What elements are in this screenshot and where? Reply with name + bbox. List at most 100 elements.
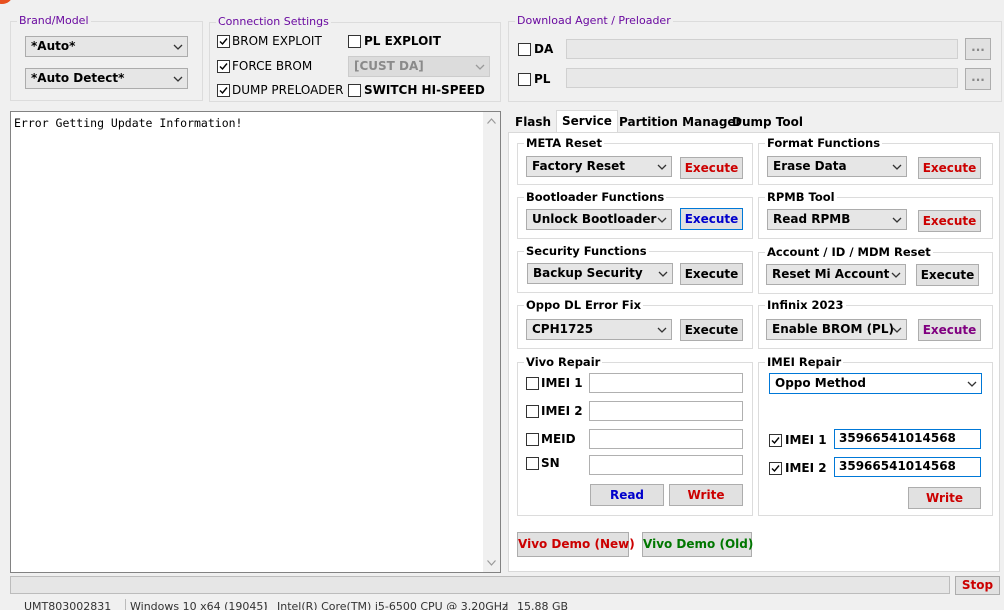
bootloader-execute-button[interactable]: Execute xyxy=(680,208,743,230)
force-brom-checkbox[interactable] xyxy=(217,60,230,73)
vivo-imei1-checkbox[interactable] xyxy=(526,377,539,390)
oppo-dl-value: CPH1725 xyxy=(532,322,594,336)
log-panel[interactable]: Error Getting Update Information! xyxy=(10,111,501,573)
check-icon xyxy=(219,38,228,46)
chevron-down-icon xyxy=(967,381,977,387)
status-cpu: Intel(R) Core(TM) i5-6500 CPU @ 3.20GHz xyxy=(277,600,508,610)
bootloader-title: Bootloader Functions xyxy=(524,190,667,204)
rpmb-execute-button[interactable]: Execute xyxy=(918,210,981,232)
tab-service[interactable]: Service xyxy=(556,110,618,133)
connection-settings-title: Connection Settings xyxy=(216,15,331,28)
rpmb-select[interactable]: Read RPMB xyxy=(767,209,907,230)
dump-preloader-label: DUMP PRELOADER xyxy=(232,83,344,97)
status-serial: UMT803002831 xyxy=(24,600,112,610)
status-ram: 15.88 GB xyxy=(517,600,569,610)
tab-dump-tool[interactable]: Dump Tool xyxy=(727,113,808,132)
log-text: Error Getting Update Information! xyxy=(14,116,243,130)
log-scrollbar[interactable] xyxy=(483,112,500,572)
check-icon xyxy=(219,63,228,71)
brom-exploit-checkbox[interactable] xyxy=(217,35,230,48)
vivo-imei2-checkbox[interactable] xyxy=(526,405,539,418)
security-execute-button[interactable]: Execute xyxy=(680,263,743,285)
pl-path-field[interactable] xyxy=(566,68,958,88)
brand-select[interactable]: *Auto* xyxy=(25,36,188,57)
tab-flash[interactable]: Flash xyxy=(510,113,556,132)
connection-settings-group: Connection Settings BROM EXPLOIT FORCE B… xyxy=(209,15,501,102)
vivo-read-button[interactable]: Read xyxy=(590,484,664,506)
oppo-dl-title: Oppo DL Error Fix xyxy=(524,298,644,312)
vivo-imei2-input[interactable] xyxy=(589,401,743,421)
imei-method-select[interactable]: Oppo Method xyxy=(769,373,982,394)
status-sep-2: | xyxy=(505,600,509,610)
rpmb-title: RPMB Tool xyxy=(765,190,837,204)
progress-bar xyxy=(10,576,950,594)
vivo-sn-input[interactable] xyxy=(589,455,743,475)
infinix-select[interactable]: Enable BROM (PL) xyxy=(766,319,907,340)
vivo-imei2-label: IMEI 2 xyxy=(541,404,583,418)
oppo-dl-select[interactable]: CPH1725 xyxy=(526,319,672,340)
account-reset-execute-button[interactable]: Execute xyxy=(916,264,979,286)
format-value: Erase Data xyxy=(773,159,847,173)
vivo-demo-old-button[interactable]: Vivo Demo (Old) xyxy=(642,532,753,557)
vivo-meid-input[interactable] xyxy=(589,429,743,449)
pl-browse-button[interactable]: ... xyxy=(965,68,991,90)
imei-repair-imei1-checkbox[interactable] xyxy=(769,434,782,447)
stop-button[interactable]: Stop xyxy=(955,576,1000,595)
check-icon xyxy=(771,437,780,445)
meta-reset-value: Factory Reset xyxy=(532,159,625,173)
format-execute-button[interactable]: Execute xyxy=(918,157,981,179)
cust-da-select[interactable]: [CUST DA] xyxy=(348,56,490,77)
imei-repair-write-button[interactable]: Write xyxy=(908,487,981,509)
vivo-write-button[interactable]: Write xyxy=(669,484,743,506)
account-reset-select[interactable]: Reset Mi Account xyxy=(766,264,906,285)
account-reset-title: Account / ID / MDM Reset xyxy=(765,245,933,259)
meta-reset-execute-button[interactable]: Execute xyxy=(680,157,743,179)
brand-select-value: *Auto* xyxy=(31,39,76,53)
imei-repair-imei1-input[interactable]: 35966541014568 xyxy=(834,429,981,449)
vivo-imei1-input[interactable] xyxy=(589,373,743,393)
switch-hispeed-label: SWITCH HI-SPEED xyxy=(364,83,485,97)
bootloader-select[interactable]: Unlock Bootloader xyxy=(526,209,672,230)
chevron-down-icon xyxy=(475,64,485,70)
check-icon xyxy=(771,465,780,473)
chevron-down-icon xyxy=(892,164,902,170)
vivo-repair-title: Vivo Repair xyxy=(524,355,603,369)
imei-repair-imei2-input[interactable]: 35966541014568 xyxy=(834,457,981,477)
chevron-down-icon xyxy=(892,217,902,223)
da-browse-button[interactable]: ... xyxy=(965,38,991,60)
bootloader-value: Unlock Bootloader xyxy=(532,212,657,226)
infinix-execute-button[interactable]: Execute xyxy=(918,319,981,341)
vivo-meid-checkbox[interactable] xyxy=(526,433,539,446)
chevron-down-icon xyxy=(173,44,183,50)
meta-reset-select[interactable]: Factory Reset xyxy=(526,156,672,177)
model-select[interactable]: *Auto Detect* xyxy=(25,68,188,89)
security-title: Security Functions xyxy=(524,244,649,258)
status-divider xyxy=(125,599,126,610)
security-select[interactable]: Backup Security xyxy=(527,263,673,284)
imei-method-value: Oppo Method xyxy=(775,376,866,390)
download-agent-title: Download Agent / Preloader xyxy=(515,14,673,27)
scroll-up-icon[interactable] xyxy=(487,118,496,124)
pl-exploit-checkbox[interactable] xyxy=(348,35,361,48)
scroll-down-icon[interactable] xyxy=(487,560,496,566)
dump-preloader-checkbox[interactable] xyxy=(217,84,230,97)
chevron-down-icon xyxy=(657,217,667,223)
imei-repair-imei2-label: IMEI 2 xyxy=(785,461,827,475)
da-path-field[interactable] xyxy=(566,39,958,59)
imei-repair-imei2-checkbox[interactable] xyxy=(769,462,782,475)
vivo-demo-new-button[interactable]: Vivo Demo (New) xyxy=(517,532,635,557)
format-select[interactable]: Erase Data xyxy=(767,156,907,177)
oppo-dl-execute-button[interactable]: Execute xyxy=(680,319,743,341)
switch-hispeed-checkbox[interactable] xyxy=(348,84,361,97)
pl-checkbox[interactable] xyxy=(518,73,531,86)
security-value: Backup Security xyxy=(533,266,643,280)
da-checkbox[interactable] xyxy=(518,43,531,56)
rpmb-value: Read RPMB xyxy=(773,212,851,226)
check-icon xyxy=(219,87,228,95)
vivo-sn-checkbox[interactable] xyxy=(526,457,539,470)
brand-model-title: Brand/Model xyxy=(17,14,91,27)
account-reset-value: Reset Mi Account xyxy=(772,267,890,281)
vivo-sn-label: SN xyxy=(541,456,560,470)
vivo-imei1-label: IMEI 1 xyxy=(541,376,583,390)
infinix-value: Enable BROM (PL) xyxy=(772,322,894,336)
